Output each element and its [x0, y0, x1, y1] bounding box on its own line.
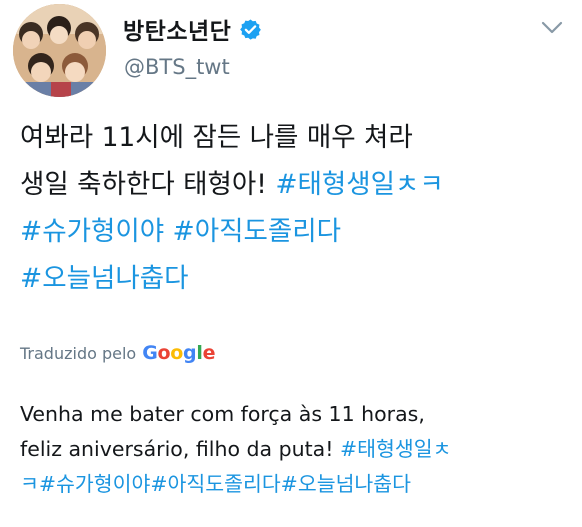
- tweet-card: 방탄소년단 @BTS_twt 여봐라 11시에 잠든 나를 매우 쳐라 생일 축…: [0, 0, 582, 527]
- hashtag-link[interactable]: #슈가형이야: [20, 216, 164, 247]
- tweet-line: #슈가형이야 #아직도졸리다: [20, 208, 575, 255]
- hashtag-link[interactable]: #태형생일ㅊㅋ: [275, 169, 443, 200]
- translated-line: Venha me bater com força às 11 horas,: [20, 402, 425, 426]
- translated-line: ㅋ#슈가형이야#아직도졸리다#오늘넘나춥다: [20, 467, 580, 502]
- google-letter: o: [157, 342, 171, 364]
- google-letter: e: [202, 342, 216, 364]
- group-photo-avatar-icon: [13, 4, 106, 97]
- author-handle[interactable]: @BTS_twt: [124, 55, 230, 79]
- translated-text-span: feliz aniversário, filho da puta!: [20, 437, 340, 461]
- tweet-text-span: 생일 축하한다 태형아!: [20, 169, 276, 200]
- hashtag-link[interactable]: ㅋ#슈가형이야#아직도졸리다#오늘넘나춥다: [20, 472, 411, 496]
- divider: [0, 522, 582, 527]
- google-letter: G: [142, 342, 158, 364]
- chevron-down-icon[interactable]: [540, 18, 564, 38]
- translation-attribution[interactable]: Traduzido pelo Google: [20, 342, 215, 364]
- google-logo: Google: [142, 342, 215, 364]
- hashtag-separator: [164, 216, 172, 247]
- verified-badge-icon: [240, 18, 262, 40]
- tweet-line: #오늘넘나춥다: [20, 255, 575, 302]
- hashtag-link[interactable]: #오늘넘나춥다: [20, 263, 188, 294]
- author-display-name[interactable]: 방탄소년단: [123, 12, 231, 46]
- avatar[interactable]: [13, 4, 106, 97]
- tweet-line: 여봐라 11시에 잠든 나를 매우 쳐라: [20, 122, 413, 153]
- google-letter: g: [183, 342, 197, 364]
- google-letter: o: [170, 342, 184, 364]
- translation-prefix: Traduzido pelo: [20, 344, 137, 363]
- hashtag-link[interactable]: #아직도졸리다: [173, 216, 341, 247]
- author-name-row: 방탄소년단: [123, 12, 262, 46]
- translated-line: feliz aniversário, filho da puta! #태형생일ㅊ: [20, 432, 580, 467]
- hashtag-link[interactable]: #태형생일ㅊ: [340, 437, 451, 461]
- tweet-line: 생일 축하한다 태형아! #태형생일ㅊㅋ: [20, 161, 575, 208]
- translated-body: Venha me bater com força às 11 horas, fe…: [20, 397, 580, 502]
- tweet-body: 여봐라 11시에 잠든 나를 매우 쳐라 생일 축하한다 태형아! #태형생일ㅊ…: [20, 114, 575, 302]
